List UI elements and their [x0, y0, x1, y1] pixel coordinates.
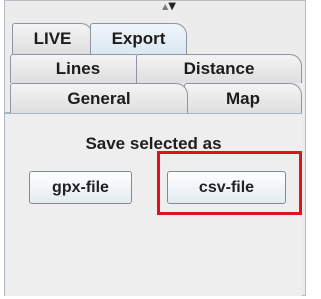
- tab-map-label: Map: [226, 88, 260, 108]
- tab-lines[interactable]: Lines: [10, 54, 146, 83]
- scroll-down-icon[interactable]: ▼: [168, 1, 176, 12]
- tab-export-label: Export: [111, 29, 166, 48]
- csv-button-highlight-box: [157, 151, 302, 215]
- gpx-file-button[interactable]: gpx-file: [29, 171, 132, 204]
- tab-scroll-arrows[interactable]: ▲▼: [156, 1, 182, 13]
- tab-live[interactable]: LIVE: [12, 23, 93, 54]
- tab-distance-label: Distance: [183, 59, 255, 78]
- tab-general-label: General: [67, 88, 131, 108]
- tab-live-label: LIVE: [33, 29, 72, 48]
- tab-general[interactable]: General: [10, 83, 188, 113]
- tab-export[interactable]: Export: [90, 23, 187, 54]
- tab-lines-label: Lines: [55, 59, 101, 78]
- tab-map[interactable]: Map: [184, 83, 302, 113]
- tab-distance[interactable]: Distance: [136, 54, 302, 83]
